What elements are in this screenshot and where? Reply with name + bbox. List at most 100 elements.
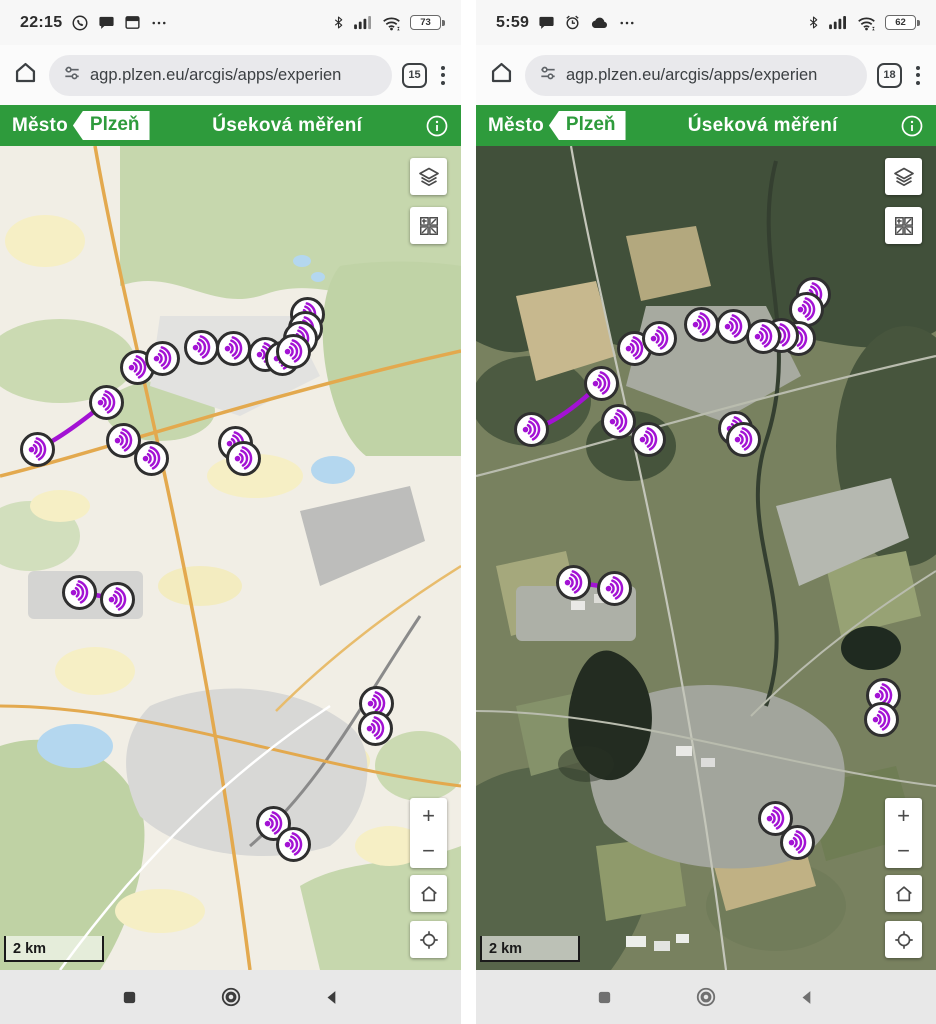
- url-text[interactable]: agp.plzen.eu/arcgis/apps/experien: [90, 66, 341, 85]
- back-button[interactable]: [324, 989, 341, 1006]
- zoom-out-button[interactable]: −: [410, 833, 447, 868]
- layers-button[interactable]: [410, 158, 447, 195]
- zoom-in-button[interactable]: +: [410, 798, 447, 833]
- url-bar[interactable]: agp.plzen.eu/arcgis/apps/experien: [49, 54, 392, 96]
- route-lines-layer: [528, 291, 886, 845]
- speed-camera-marker[interactable]: [555, 564, 591, 600]
- info-icon[interactable]: [900, 114, 924, 138]
- tab-count: 15: [408, 69, 421, 81]
- speed-camera-marker[interactable]: [513, 411, 549, 447]
- battery-percent: 73: [420, 17, 431, 28]
- speed-camera-marker[interactable]: [357, 710, 393, 746]
- tab-switcher-button[interactable]: 15: [402, 62, 427, 88]
- chat-bubble-icon: [98, 14, 115, 31]
- bluetooth-icon: [332, 14, 345, 31]
- signal-icon: [829, 15, 848, 30]
- cloud-icon: [590, 15, 609, 30]
- speed-camera-marker[interactable]: [275, 826, 311, 862]
- phone-screenshot-left: 22:15 73 agp.plzen.eu/arcgis/apps/experi…: [0, 0, 461, 1024]
- home-nav-button[interactable]: [695, 986, 717, 1008]
- whatsapp-icon: [71, 14, 89, 32]
- speed-camera-marker[interactable]: [745, 318, 781, 354]
- scale-bar: 2 km: [4, 936, 104, 962]
- speed-camera-marker[interactable]: [183, 329, 219, 365]
- android-nav-bar: [0, 970, 461, 1024]
- site-settings-icon[interactable]: [538, 63, 558, 88]
- speed-camera-marker[interactable]: [630, 421, 666, 457]
- browser-menu-button[interactable]: [912, 65, 924, 85]
- speed-camera-marker[interactable]: [275, 333, 311, 369]
- browser-home-icon[interactable]: [12, 59, 39, 91]
- home-extent-button[interactable]: [885, 875, 922, 912]
- logo-badge-text: Plzeň: [72, 111, 150, 140]
- browser-home-icon[interactable]: [488, 59, 515, 91]
- speed-camera-marker[interactable]: [725, 421, 761, 457]
- bluetooth-icon: [807, 14, 820, 31]
- app-header: Město Plzeň Úseková měření: [476, 105, 936, 146]
- speed-camera-marker[interactable]: [133, 440, 169, 476]
- info-icon[interactable]: [425, 114, 449, 138]
- speed-camera-marker[interactable]: [583, 365, 619, 401]
- back-button[interactable]: [799, 989, 816, 1006]
- speed-camera-marker[interactable]: [641, 320, 677, 356]
- basemap-gallery-button[interactable]: [410, 207, 447, 244]
- speed-camera-marker[interactable]: [144, 340, 180, 376]
- layers-button[interactable]: [885, 158, 922, 195]
- site-settings-icon[interactable]: [62, 63, 82, 88]
- logo-prefix-text: Město: [488, 114, 544, 136]
- more-icon: [150, 14, 168, 32]
- recents-button[interactable]: [596, 989, 613, 1006]
- app-header: Město Plzeň Úseková měření: [0, 105, 461, 146]
- alarm-icon: [564, 14, 581, 31]
- page-title: Úseková měření: [687, 114, 838, 136]
- basemap-gallery-button[interactable]: [885, 207, 922, 244]
- signal-icon: [354, 15, 373, 30]
- speed-camera-marker[interactable]: [215, 330, 251, 366]
- battery-indicator: 73: [410, 15, 445, 30]
- battery-percent: 62: [895, 17, 906, 28]
- logo-badge-text: Plzeň: [548, 111, 626, 140]
- speed-camera-marker[interactable]: [88, 384, 124, 420]
- battery-indicator: 62: [885, 15, 920, 30]
- browser-menu-button[interactable]: [437, 65, 449, 85]
- scale-label: 2 km: [13, 941, 47, 957]
- speed-camera-marker[interactable]: [779, 824, 815, 860]
- zoom-out-button[interactable]: −: [885, 833, 922, 868]
- home-nav-button[interactable]: [220, 986, 242, 1008]
- locate-button[interactable]: [410, 921, 447, 958]
- home-extent-button[interactable]: [410, 875, 447, 912]
- phone-screenshot-right: 5:59 62 agp.plzen.eu/arcgis/apps/experie…: [476, 0, 936, 1024]
- map-canvas-topographic[interactable]: + − 2 km: [0, 146, 461, 970]
- zoom-in-button[interactable]: +: [885, 798, 922, 833]
- city-logo: Město Plzeň: [488, 111, 626, 140]
- speed-camera-marker[interactable]: [600, 403, 636, 439]
- wifi-icon: [382, 15, 401, 31]
- browser-toolbar: agp.plzen.eu/arcgis/apps/experien 15: [0, 45, 461, 105]
- logo-prefix-text: Město: [12, 114, 68, 136]
- zoom-control: + −: [410, 798, 447, 868]
- url-bar[interactable]: agp.plzen.eu/arcgis/apps/experien: [525, 54, 867, 96]
- speed-camera-marker[interactable]: [99, 581, 135, 617]
- route-lines-layer: [34, 333, 379, 847]
- map-canvas-satellite[interactable]: + − 2 km: [476, 146, 936, 970]
- window-icon: [124, 14, 141, 31]
- status-bar: 22:15 73: [0, 0, 461, 45]
- recents-button[interactable]: [121, 989, 138, 1006]
- speed-camera-marker[interactable]: [225, 440, 261, 476]
- zoom-control: + −: [885, 798, 922, 868]
- clock-text: 22:15: [20, 13, 63, 31]
- locate-button[interactable]: [885, 921, 922, 958]
- chat-bubble-icon: [538, 14, 555, 31]
- speed-camera-marker[interactable]: [683, 306, 719, 342]
- browser-toolbar: agp.plzen.eu/arcgis/apps/experien 18: [476, 45, 936, 105]
- tab-switcher-button[interactable]: 18: [877, 62, 902, 88]
- speed-camera-marker[interactable]: [19, 431, 55, 467]
- scale-label: 2 km: [489, 941, 523, 957]
- speed-camera-marker[interactable]: [863, 701, 899, 737]
- speed-camera-marker[interactable]: [596, 570, 632, 606]
- speed-camera-marker[interactable]: [61, 574, 97, 610]
- page-title: Úseková měření: [212, 114, 363, 136]
- clock-text: 5:59: [496, 13, 530, 31]
- tab-count: 18: [883, 69, 896, 81]
- url-text[interactable]: agp.plzen.eu/arcgis/apps/experien: [566, 66, 817, 85]
